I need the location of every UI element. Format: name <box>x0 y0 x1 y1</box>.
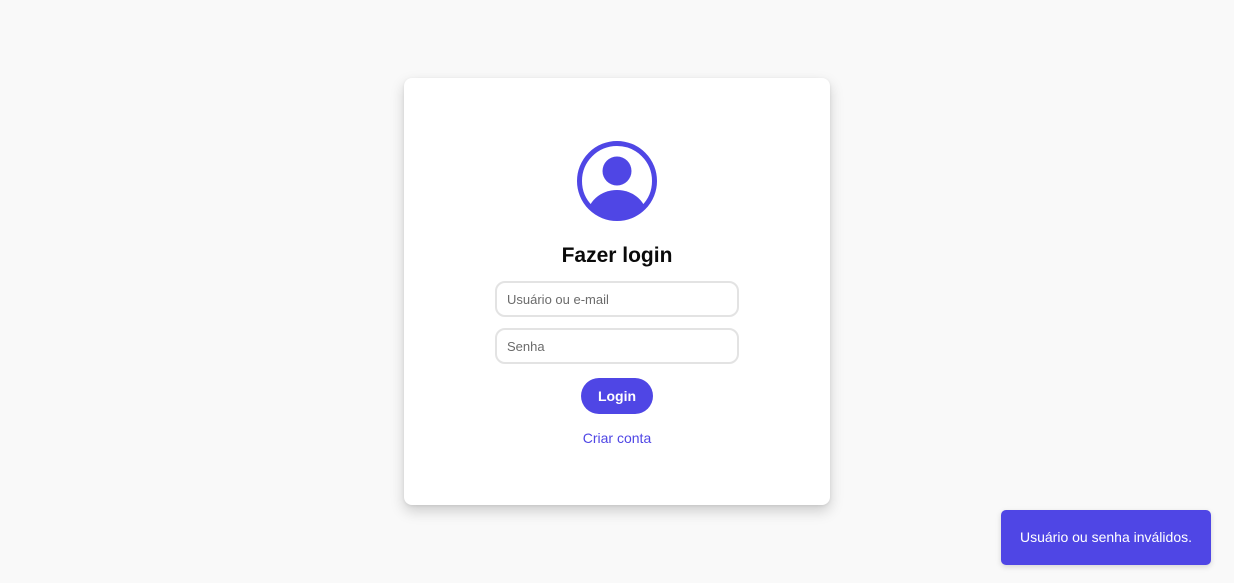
create-account-link[interactable]: Criar conta <box>583 430 651 446</box>
login-button[interactable]: Login <box>581 378 653 414</box>
user-circle-icon <box>577 141 657 221</box>
username-input[interactable] <box>495 281 739 317</box>
login-card: Fazer login Login Criar conta <box>404 78 830 505</box>
page-title: Fazer login <box>561 244 673 267</box>
error-toast: Usuário ou senha inválidos. <box>1001 510 1211 565</box>
create-account-row: Criar conta <box>404 429 830 447</box>
toast-message: Usuário ou senha inválidos. <box>1020 529 1192 545</box>
password-input[interactable] <box>495 328 739 364</box>
